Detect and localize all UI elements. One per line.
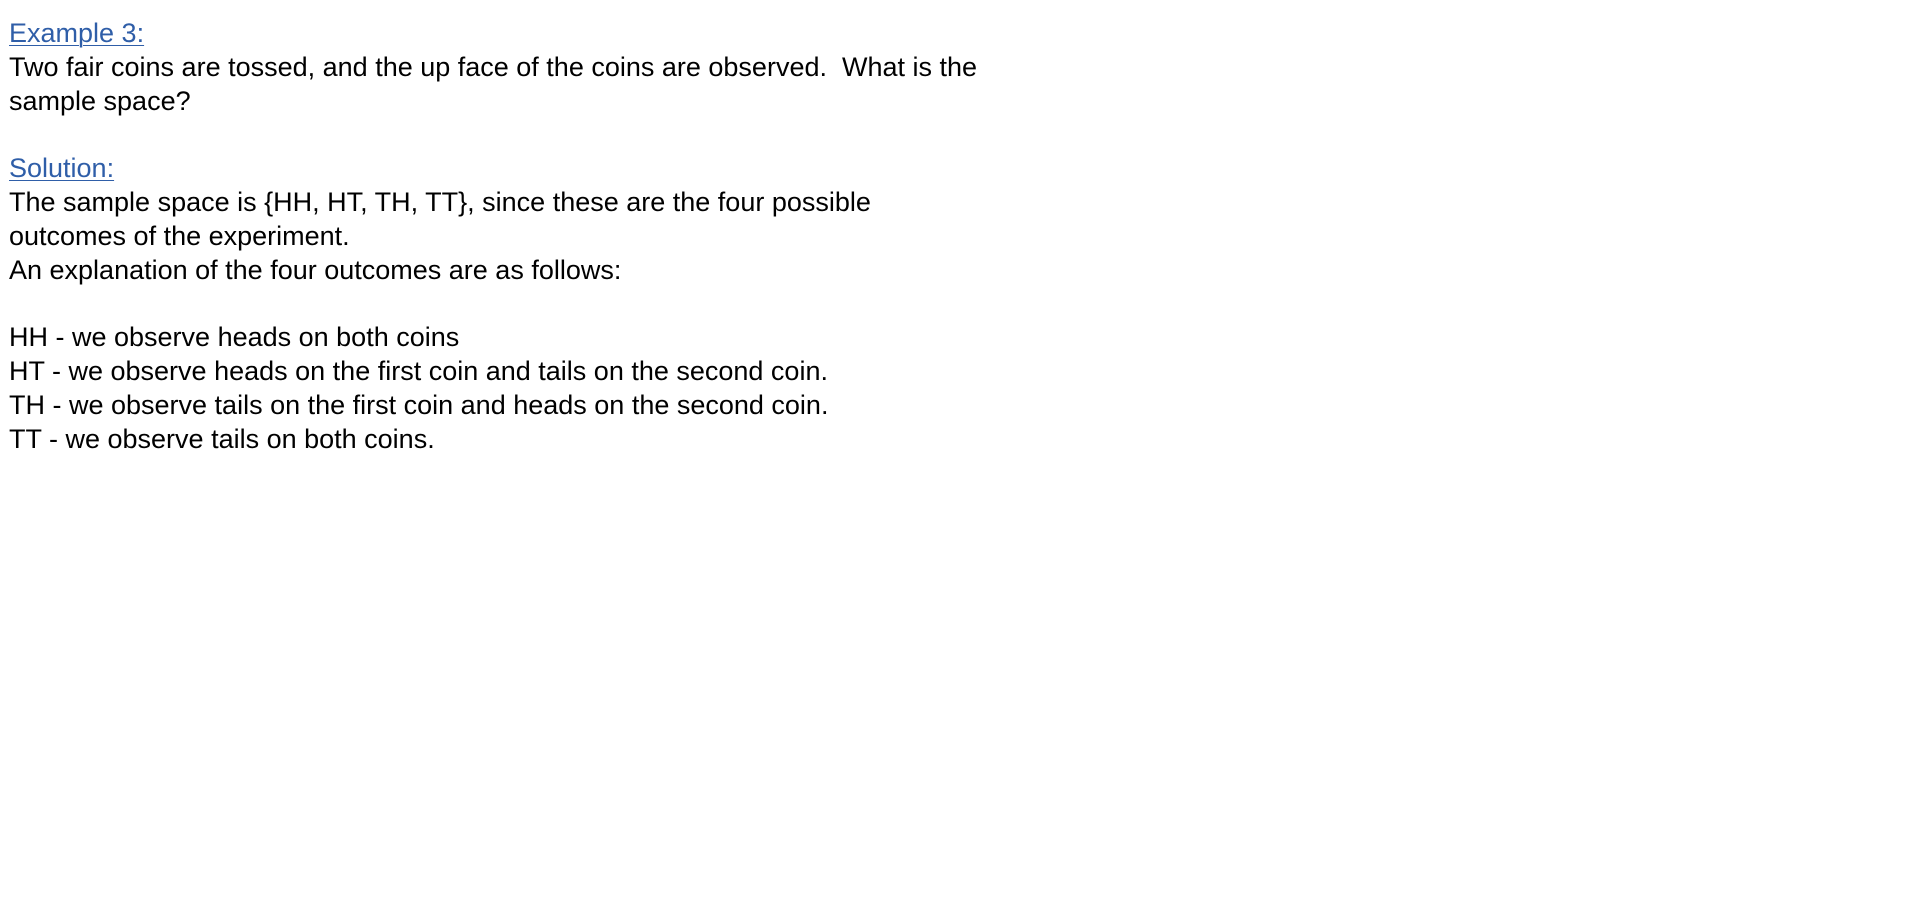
example-heading[interactable]: Example 3: xyxy=(9,18,144,48)
document-body: Example 3: Two fair coins are tossed, an… xyxy=(9,17,1109,456)
example-heading-line: Example 3: xyxy=(9,17,1109,51)
outcome-ht: HT - we observe heads on the first coin … xyxy=(9,355,828,386)
outcome-hh: HH - we observe heads on both coins xyxy=(9,322,460,353)
solution-heading-line: Solution: xyxy=(9,152,1109,186)
outcome-tt: TT - we observe tails on both coins. xyxy=(9,423,435,454)
solution-line-3: An explanation of the four outcomes are … xyxy=(9,254,622,285)
question-line-1: Two fair coins are tossed, and the up fa… xyxy=(9,51,978,82)
question-line-2: sample space? xyxy=(9,85,191,116)
solution-line-2: outcomes of the experiment. xyxy=(9,220,350,251)
solution-line-1: The sample space is {HH, HT, TH, TT}, si… xyxy=(9,186,871,217)
outcome-th: TH - we observe tails on the first coin … xyxy=(9,389,829,420)
solution-heading[interactable]: Solution: xyxy=(9,153,114,183)
